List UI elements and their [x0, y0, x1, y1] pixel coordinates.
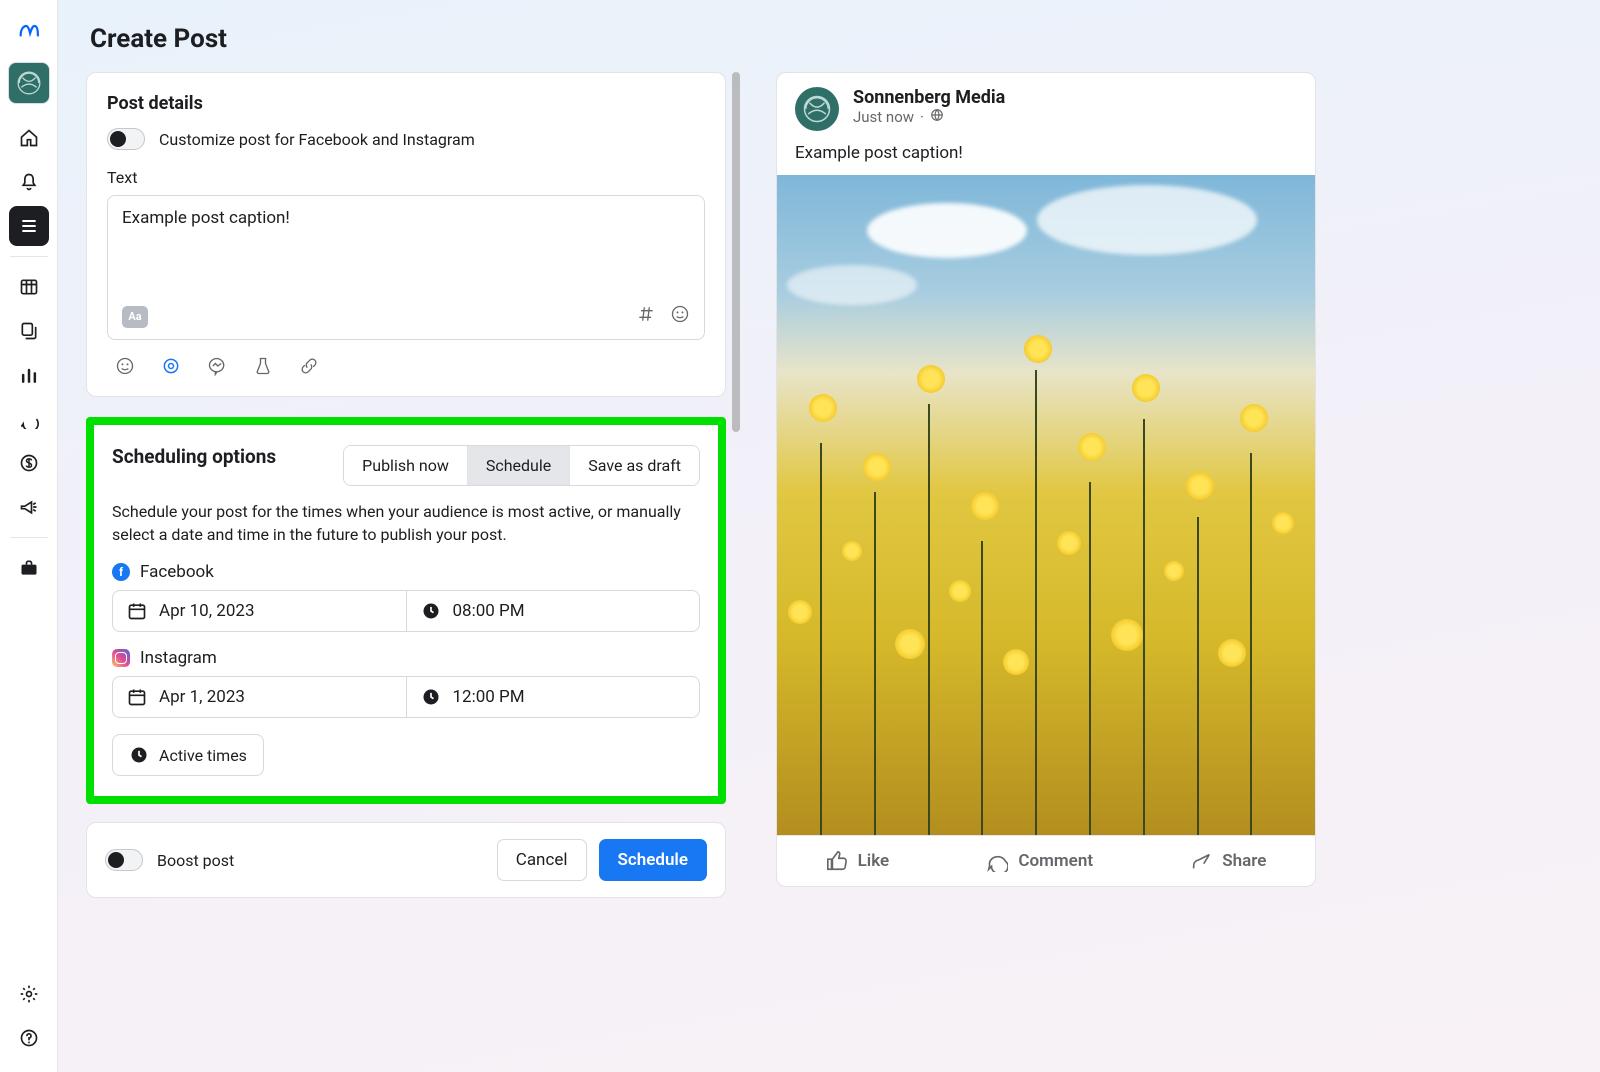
scheduling-heading: Scheduling options — [112, 445, 276, 468]
active-times-button[interactable]: Active times — [112, 734, 264, 776]
tab-save-draft[interactable]: Save as draft — [570, 446, 699, 485]
nav-ads[interactable] — [9, 487, 49, 527]
facebook-row-header: f Facebook — [112, 562, 700, 582]
like-label: Like — [858, 851, 890, 871]
nav-copy[interactable] — [9, 311, 49, 351]
scrollbar[interactable] — [732, 72, 740, 432]
post-preview: Sonnenberg Media Just now · Example post… — [776, 72, 1316, 887]
meta-logo[interactable] — [10, 12, 48, 50]
instagram-row-header: Instagram — [112, 648, 700, 668]
facebook-label: Facebook — [140, 562, 214, 582]
instagram-datetime: Apr 1, 2023 12:00 PM — [112, 676, 700, 718]
nav-insights[interactable] — [9, 355, 49, 395]
feeling-icon[interactable] — [115, 356, 135, 380]
attach-toolbar — [107, 356, 705, 380]
post-details-heading: Post details — [107, 93, 705, 114]
public-icon — [930, 108, 944, 126]
tab-schedule[interactable]: Schedule — [468, 446, 570, 485]
preview-author[interactable]: Sonnenberg Media — [853, 87, 1005, 108]
post-details-card: Post details Customize post for Facebook… — [86, 72, 726, 397]
ab-test-icon[interactable] — [253, 356, 273, 380]
emoji-icon[interactable] — [670, 304, 690, 329]
text-style-chip[interactable]: Aa — [122, 306, 148, 328]
nav-home[interactable] — [9, 118, 49, 158]
instagram-label: Instagram — [140, 648, 217, 668]
facebook-date-input[interactable]: Apr 10, 2023 — [113, 591, 407, 631]
preview-actions: Like Comment Share — [777, 835, 1315, 886]
main-content: Create Post Post details Customize post … — [58, 0, 1600, 1072]
facebook-datetime: Apr 10, 2023 08:00 PM — [112, 590, 700, 632]
instagram-date-input[interactable]: Apr 1, 2023 — [113, 677, 407, 717]
boost-toggle[interactable] — [105, 849, 143, 871]
customize-toggle[interactable] — [107, 128, 145, 150]
nav-help[interactable] — [9, 1018, 49, 1058]
facebook-time-input[interactable]: 08:00 PM — [407, 591, 700, 631]
scheduling-description: Schedule your post for the times when yo… — [112, 500, 700, 546]
page-title: Create Post — [90, 24, 1572, 54]
divider — [10, 537, 48, 538]
preview-timestamp: Just now — [853, 108, 914, 126]
nav-content[interactable] — [9, 267, 49, 307]
comment-button[interactable]: Comment — [986, 850, 1093, 872]
facebook-icon: f — [112, 563, 130, 581]
footer-card: Boost post Cancel Schedule — [86, 822, 726, 898]
scheduling-card: Scheduling options Publish now Schedule … — [86, 417, 726, 804]
cancel-button[interactable]: Cancel — [497, 839, 587, 881]
facebook-date-value: Apr 10, 2023 — [159, 601, 255, 621]
instagram-icon — [112, 649, 130, 667]
hashtag-icon[interactable] — [636, 304, 656, 329]
link-icon[interactable] — [299, 356, 319, 380]
instagram-time-value: 12:00 PM — [453, 687, 525, 707]
messenger-icon[interactable] — [207, 356, 227, 380]
nav-planner[interactable] — [9, 206, 49, 246]
schedule-button[interactable]: Schedule — [599, 839, 708, 881]
preview-meta: Just now · — [853, 108, 1005, 126]
like-button[interactable]: Like — [826, 850, 890, 872]
nav-business[interactable] — [9, 548, 49, 588]
preview-image — [777, 175, 1315, 835]
facebook-time-value: 08:00 PM — [453, 601, 525, 621]
share-button[interactable]: Share — [1190, 850, 1266, 872]
nav-monetization[interactable] — [9, 443, 49, 483]
scheduling-tabs: Publish now Schedule Save as draft — [343, 445, 700, 486]
nav-notifications[interactable] — [9, 162, 49, 202]
active-times-label: Active times — [159, 746, 247, 765]
sidebar — [0, 0, 58, 1072]
preview-caption: Example post caption! — [777, 135, 1315, 175]
nav-settings[interactable] — [9, 974, 49, 1014]
text-label: Text — [107, 168, 705, 187]
instagram-time-input[interactable]: 12:00 PM — [407, 677, 700, 717]
preview-avatar — [795, 87, 839, 131]
tab-publish-now[interactable]: Publish now — [344, 446, 468, 485]
customize-toggle-label: Customize post for Facebook and Instagra… — [159, 130, 475, 149]
nav-inbox[interactable] — [9, 399, 49, 439]
instagram-date-value: Apr 1, 2023 — [159, 687, 245, 707]
divider — [10, 256, 48, 257]
boost-label: Boost post — [157, 851, 234, 870]
share-label: Share — [1222, 851, 1266, 871]
caption-input-wrap: Aa — [107, 195, 705, 340]
comment-label: Comment — [1018, 851, 1093, 871]
location-icon[interactable] — [161, 356, 181, 380]
caption-input[interactable] — [122, 208, 690, 296]
account-avatar[interactable] — [8, 62, 50, 104]
